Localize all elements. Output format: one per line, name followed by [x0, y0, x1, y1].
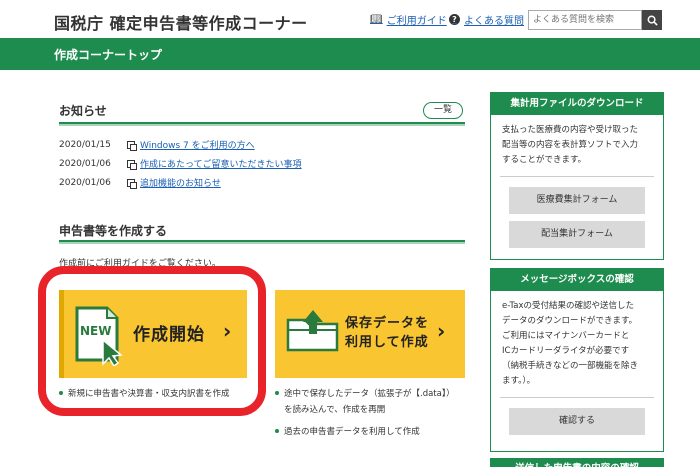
news-heading: お知らせ: [59, 104, 107, 118]
panel-text-line: データのダウンロードができます。: [502, 316, 638, 326]
bullet-text: 新規に申告書や決算書・収支内訳書を作成: [68, 389, 230, 399]
panel-text-line: （納税手続きなどの一部機能を除き: [502, 361, 639, 371]
news-list-button[interactable]: 一覧: [423, 102, 463, 119]
bullet-text: 途中で保存したデータ（拡張子が【.data】）: [284, 389, 455, 399]
news-link[interactable]: Windows 7 をご利用の方へ: [140, 138, 255, 151]
panel-text-line: e-Taxの受付結果の確認や送信した: [502, 301, 635, 311]
site-title[interactable]: 国税庁 確定申告書等作成コーナー: [54, 10, 308, 34]
panel-text-line: 支払った医療費の内容や受け取った: [502, 125, 639, 135]
panel-text-line: ご利用にはマイナンバーカードと: [502, 331, 630, 341]
aggregate-panel: 集計用ファイルのダウンロード 支払った医療費の内容や受け取った 配当等の内容を表…: [490, 92, 664, 260]
news-date: 2020/01/15: [59, 139, 111, 150]
resume-description: 途中で保存したデータ（拡張子が【.data】） を読み込んで、作成を再開 過去の…: [275, 387, 455, 439]
question-icon: ?: [449, 14, 460, 25]
news-date: 2020/01/06: [59, 177, 111, 188]
resume-label-line1: 保存データを: [345, 316, 430, 331]
news-item: 2020/01/15 Windows 7 をご利用の方へ: [59, 138, 255, 152]
confirm-messagebox-button[interactable]: 確認する: [509, 408, 645, 435]
news-item: 2020/01/06 追加機能のお知らせ: [59, 176, 221, 190]
bullet-icon: [275, 428, 279, 433]
submitted-return-panel: 送信した申告書の内容の確認: [490, 458, 664, 467]
book-icon: 📖︎: [370, 14, 383, 25]
chevron-right-icon: ›: [437, 319, 446, 343]
messagebox-panel-title: メッセージボックスの確認: [491, 269, 663, 291]
dividend-form-button[interactable]: 配当集計フォーム: [509, 221, 645, 248]
resume-saved-label: 保存データを 利用して作成: [345, 314, 429, 352]
news-link[interactable]: 作成にあたってご留意いただきたい事項: [140, 157, 302, 170]
news-item: 2020/01/06 作成にあたってご留意いただきたい事項: [59, 157, 302, 171]
resume-saved-button[interactable]: 保存データを 利用して作成 ›: [275, 290, 465, 378]
header: 国税庁 確定申告書等作成コーナー 📖︎ ご利用ガイド ? よくある質問: [0, 0, 700, 38]
window-icon: [127, 140, 137, 151]
page-title: 作成コーナートップ: [54, 48, 163, 62]
medical-form-button[interactable]: 医療費集計フォーム: [509, 187, 645, 214]
panel-divider: [500, 176, 654, 177]
create-divider: [59, 240, 465, 244]
panel-text-line: 配当等の内容を表計算ソフトで入力: [502, 140, 639, 150]
page-band: 作成コーナートップ: [0, 38, 700, 70]
window-icon: [127, 178, 137, 189]
messagebox-panel: メッセージボックスの確認 e-Taxの受付結果の確認や送信した データのダウンロ…: [490, 268, 664, 452]
panel-text-line: ます。）。: [502, 376, 536, 386]
panel-text-line: ICカードリーダライタが必要です: [502, 346, 630, 356]
aggregate-panel-text: 支払った医療費の内容や受け取った 配当等の内容を表計算ソフトで入力 することがで…: [491, 115, 663, 168]
create-heading: 申告書等を作成する: [59, 224, 168, 238]
faq-link-label: よくある質問: [464, 16, 524, 27]
window-icon: [127, 159, 137, 170]
resume-label-line2: 利用して作成: [345, 335, 429, 350]
news-link[interactable]: 追加機能のお知らせ: [140, 176, 221, 189]
search-input[interactable]: [528, 10, 642, 30]
messagebox-panel-text: e-Taxの受付結果の確認や送信した データのダウンロードができます。 ご利用に…: [491, 291, 663, 389]
start-new-description: 新規に申告書や決算書・収支内訳書を作成: [59, 387, 230, 401]
bullet-text: 過去の申告書データを利用して作成: [284, 427, 420, 437]
panel-text-line: することができます。: [502, 155, 587, 165]
search-button[interactable]: [642, 10, 662, 30]
news-date: 2020/01/06: [59, 158, 111, 169]
folder-upload-icon: [286, 310, 339, 352]
faq-link[interactable]: ? よくある質問: [449, 12, 524, 27]
bullet-icon: [59, 390, 63, 395]
submitted-return-panel-title[interactable]: 送信した申告書の内容の確認: [491, 459, 663, 467]
news-divider: [59, 122, 465, 126]
panel-divider: [500, 397, 654, 398]
aggregate-panel-title: 集計用ファイルのダウンロード: [491, 93, 663, 115]
bullet-text: を読み込んで、作成を再開: [284, 405, 386, 415]
search-icon: [647, 15, 658, 26]
bullet-icon: [275, 390, 279, 395]
guide-link-label: ご利用ガイド: [386, 16, 447, 27]
guide-link[interactable]: 📖︎ ご利用ガイド: [370, 12, 447, 27]
